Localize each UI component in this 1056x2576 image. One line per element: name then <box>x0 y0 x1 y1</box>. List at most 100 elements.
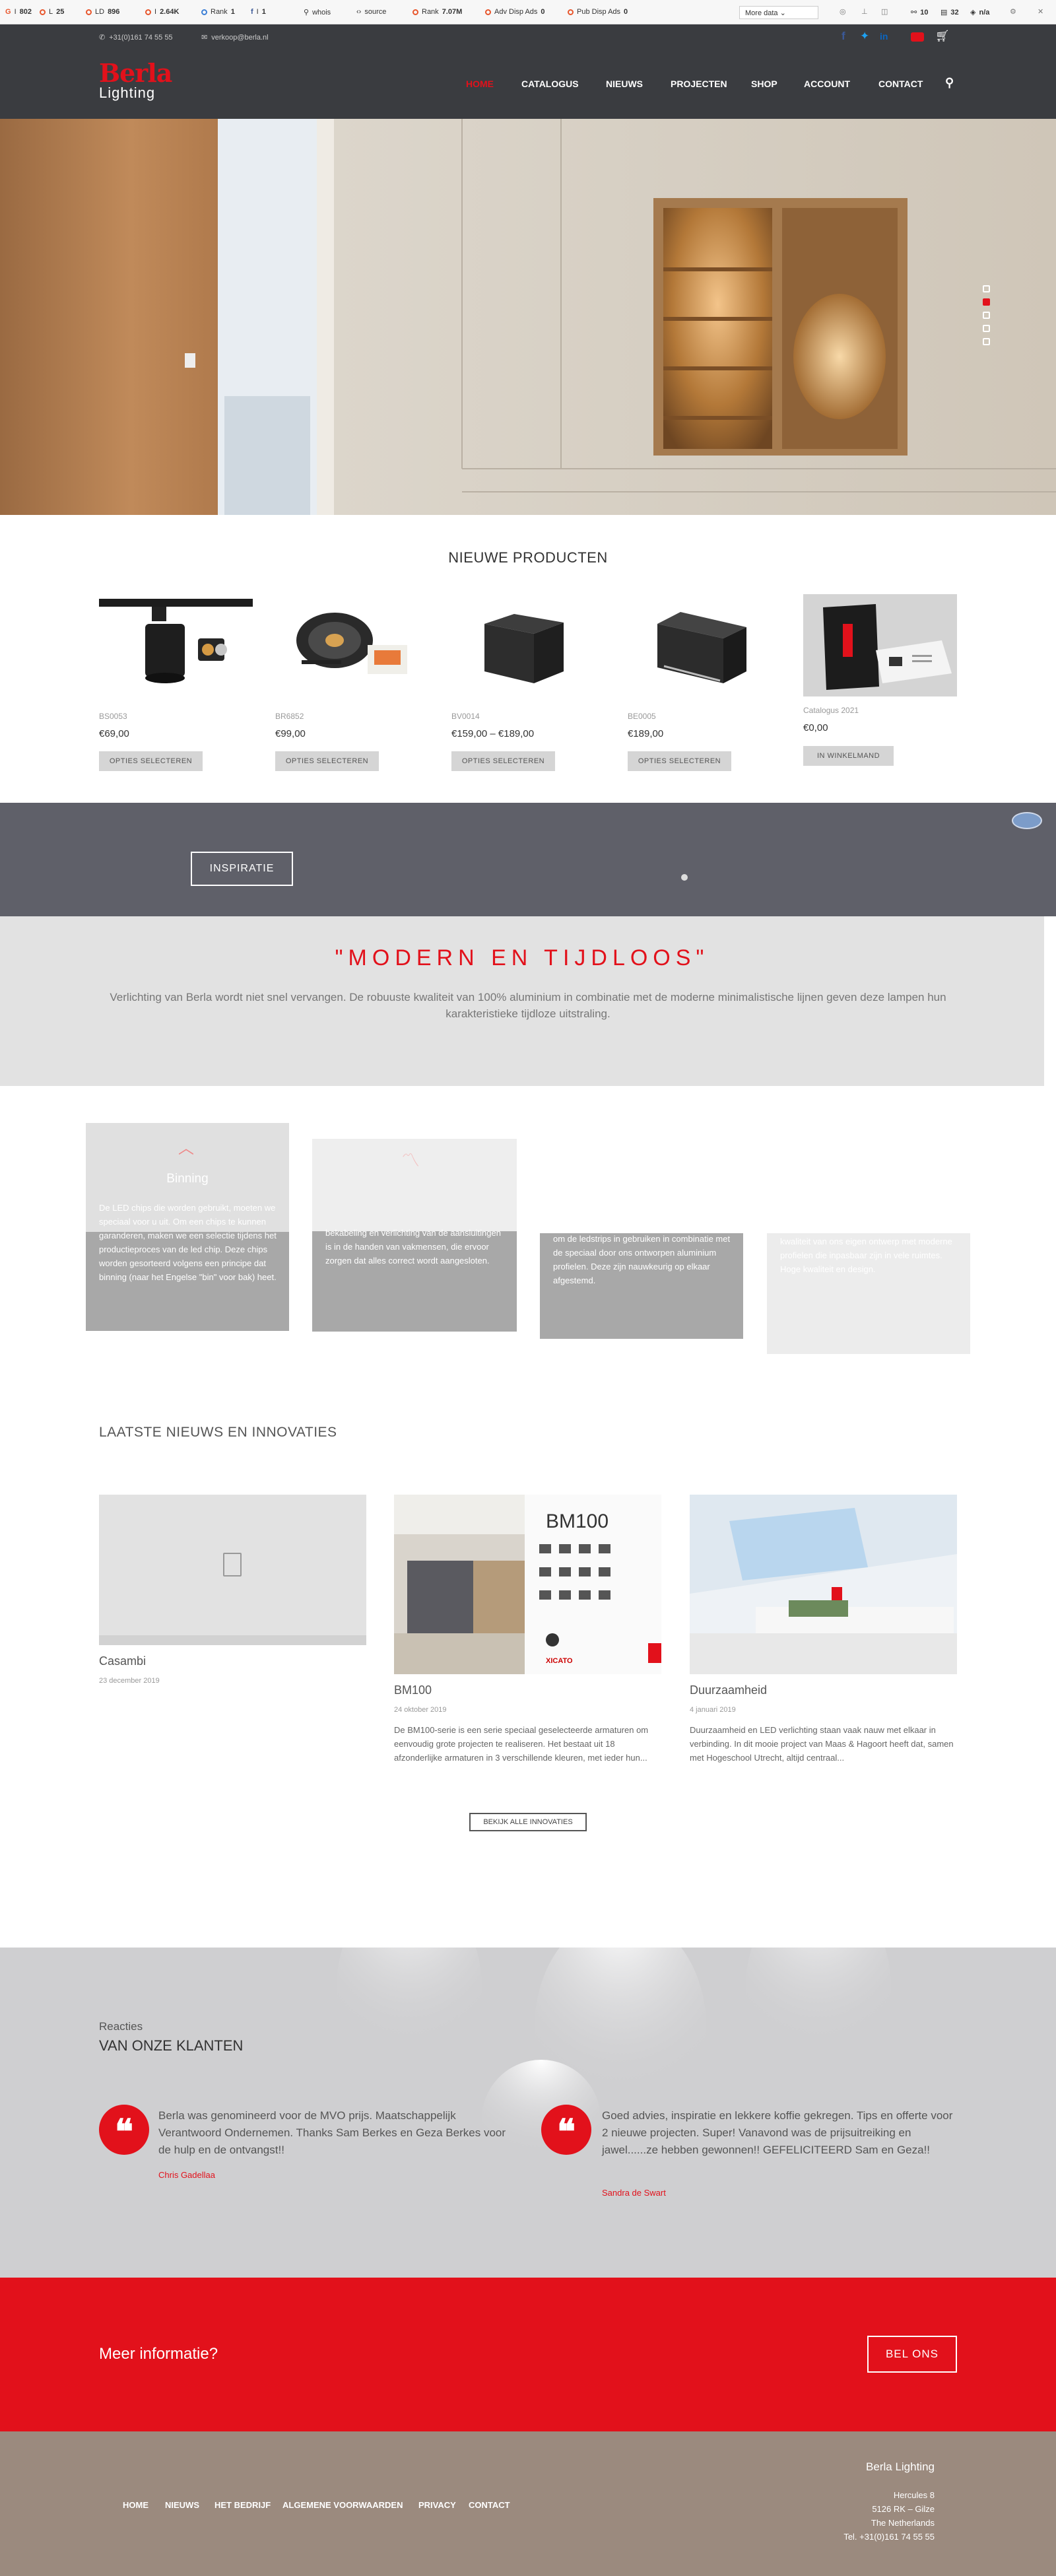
settings-icon[interactable]: ⚙ <box>1010 7 1016 16</box>
seo-item[interactable]: ◈ n/a <box>970 8 989 17</box>
select-options-button[interactable]: OPTIES SELECTEREN <box>628 751 731 771</box>
slider-dot[interactable] <box>983 325 990 332</box>
add-to-cart-button[interactable]: IN WINKELMAND <box>803 746 894 766</box>
products-title: NIEUWE PRODUCTEN <box>448 549 608 566</box>
news-image-placeholder[interactable] <box>99 1495 366 1645</box>
inspiration-button[interactable]: INSPIRATIE <box>191 852 293 886</box>
slider-dot[interactable] <box>983 285 990 292</box>
nav-contact[interactable]: CONTACT <box>878 79 923 89</box>
product-price: €99,00 <box>275 728 306 739</box>
slider-dot[interactable] <box>983 338 990 345</box>
feature-text: kwaliteit van ons eigen ontwerp met mode… <box>780 1237 952 1274</box>
hero-slider[interactable] <box>0 119 1056 515</box>
product-image[interactable] <box>275 597 429 700</box>
seo-item[interactable]: Rank 7.07M <box>412 8 462 16</box>
news-item-date: 24 oktober 2019 <box>394 1706 447 1714</box>
seo-dot-icon <box>86 9 92 15</box>
nav-account[interactable]: ACCOUNT <box>804 79 850 89</box>
seo-item[interactable]: Adv Disp Ads 0 <box>485 8 545 16</box>
quote-text: Verlichting van Berla wordt niet snel ve… <box>110 991 946 1020</box>
product-image[interactable] <box>628 597 781 700</box>
product-name[interactable]: BS0053 <box>99 712 127 721</box>
news-item-title[interactable]: Duurzaamheid <box>690 1683 767 1697</box>
footer-nav-voorwaarden[interactable]: ALGEMENE VOORWAARDEN <box>282 2500 403 2510</box>
product-image[interactable] <box>803 594 957 696</box>
hero-image <box>0 119 1056 515</box>
footer-nav-home[interactable]: HOME <box>123 2500 148 2510</box>
product-name[interactable]: BR6852 <box>275 712 304 721</box>
seo-dot-icon <box>412 9 418 15</box>
select-options-button[interactable]: OPTIES SELECTEREN <box>275 751 379 771</box>
seo-item[interactable]: ⚯ 10 <box>911 8 928 17</box>
email-info[interactable]: ✉ verkoop@berla.nl <box>201 33 269 42</box>
youtube-icon[interactable] <box>911 32 924 42</box>
feature-text: bekabeling en verlichting van de aanslui… <box>325 1228 501 1266</box>
nav-home[interactable]: HOME <box>466 79 494 89</box>
news-item-title[interactable]: BM100 <box>394 1683 432 1697</box>
seo-dot-icon <box>145 9 151 15</box>
slider-dot[interactable] <box>983 298 990 306</box>
news-item-title[interactable]: Casambi <box>99 1654 146 1668</box>
facebook-icon[interactable]: f <box>842 30 845 43</box>
logo[interactable]: Berla Lighting <box>99 61 185 107</box>
seo-item[interactable]: I 2.64K <box>145 8 179 16</box>
seo-item[interactable]: fI1 <box>251 8 266 16</box>
product-image[interactable] <box>451 597 605 700</box>
feature-card[interactable]: kwaliteit van ons eigen ontwerp met mode… <box>767 1233 970 1354</box>
feature-card[interactable]: om de ledstrips in gebruiken in combinat… <box>540 1233 743 1339</box>
footer-address-line: The Netherlands <box>871 2518 935 2528</box>
seo-item[interactable]: Rank 1 <box>201 8 235 16</box>
news-image[interactable] <box>690 1495 957 1674</box>
more-data-dropdown[interactable]: More data ⌄ <box>739 6 818 19</box>
seo-toolbar: G I 802 L 25 LD 896 I 2.64K Rank 1 fI1 ⚲ whois … <box>0 0 1056 24</box>
footer-nav-privacy[interactable]: PRIVACY <box>418 2500 456 2510</box>
seo-item[interactable]: LD 896 <box>86 8 119 16</box>
twitter-icon[interactable]: ✦ <box>860 30 869 43</box>
product-image[interactable] <box>99 597 253 700</box>
tool-icon[interactable]: ◎ <box>840 7 846 16</box>
search-icon[interactable]: ⚲ <box>945 76 954 90</box>
site-header: ✆ +31(0)161 74 55 55 ✉ verkoop@berla.nl f … <box>0 24 1056 119</box>
nav-nieuws[interactable]: NIEUWS <box>606 79 643 89</box>
seo-item[interactable]: L 25 <box>40 8 64 16</box>
product-price: €159,00 – €189,00 <box>451 728 535 739</box>
seo-item[interactable]: ‹› source <box>356 8 386 16</box>
nav-projecten[interactable]: PROJECTEN <box>671 79 727 89</box>
cart-icon[interactable]: 🛒︎ <box>935 30 950 43</box>
phone-info[interactable]: ✆ +31(0)161 74 55 55 <box>99 33 173 42</box>
product-name[interactable]: BV0014 <box>451 712 480 721</box>
seo-item[interactable]: ⚲ whois <box>304 8 331 17</box>
quote-icon: ❝ <box>99 2105 149 2155</box>
news-title: LAATSTE NIEUWS EN INNOVATIES <box>99 1425 337 1440</box>
slider-dot[interactable] <box>983 312 990 319</box>
select-options-button[interactable]: OPTIES SELECTEREN <box>99 751 203 771</box>
product-name[interactable]: Catalogus 2021 <box>803 706 859 715</box>
cta-band: Meer informatie? BEL ONS <box>0 2278 1056 2431</box>
footer-nav-het-bedrijf[interactable]: HET BEDRIJF <box>214 2500 271 2510</box>
feature-card[interactable]: ︿ Binning De LED chips die worden gebrui… <box>86 1123 289 1331</box>
footer-nav-nieuws[interactable]: NIEUWS <box>165 2500 199 2510</box>
m-logo-icon: 〽 <box>401 1150 420 1170</box>
product-name[interactable]: BE0005 <box>628 712 656 721</box>
facebook-icon: f <box>251 8 253 16</box>
close-icon[interactable]: ✕ <box>1038 7 1043 16</box>
view-all-innovations-button[interactable]: BEKIJK ALLE INNOVATIES <box>469 1813 587 1831</box>
nav-catalogus[interactable]: CATALOGUS <box>521 79 579 89</box>
feature-card[interactable]: 〽 bekabeling en verlichting van de aansl… <box>312 1139 517 1332</box>
person-icon: ⚲ <box>304 9 310 17</box>
news-item-excerpt: Duurzaamheid en LED verlichting staan va… <box>690 1725 954 1763</box>
seo-item[interactable]: ▤ 32 <box>940 8 959 17</box>
slider-dot[interactable] <box>681 874 688 881</box>
chat-icon[interactable] <box>1012 812 1042 829</box>
call-us-button[interactable]: BEL ONS <box>867 2336 957 2373</box>
nav-shop[interactable]: SHOP <box>751 79 777 89</box>
tool-icon[interactable]: ⊥ <box>861 7 868 16</box>
linkedin-icon[interactable]: in <box>880 31 888 42</box>
tool-icon[interactable]: ◫ <box>881 7 888 16</box>
seo-item[interactable]: Pub Disp Ads 0 <box>568 8 628 16</box>
seo-item[interactable]: G I 802 <box>5 8 32 16</box>
news-image[interactable]: BM100 XICATO <box>394 1495 661 1674</box>
footer-nav-contact[interactable]: CONTACT <box>469 2500 510 2510</box>
select-options-button[interactable]: OPTIES SELECTEREN <box>451 751 555 771</box>
chevron-up-icon: ︿ <box>178 1139 194 1157</box>
